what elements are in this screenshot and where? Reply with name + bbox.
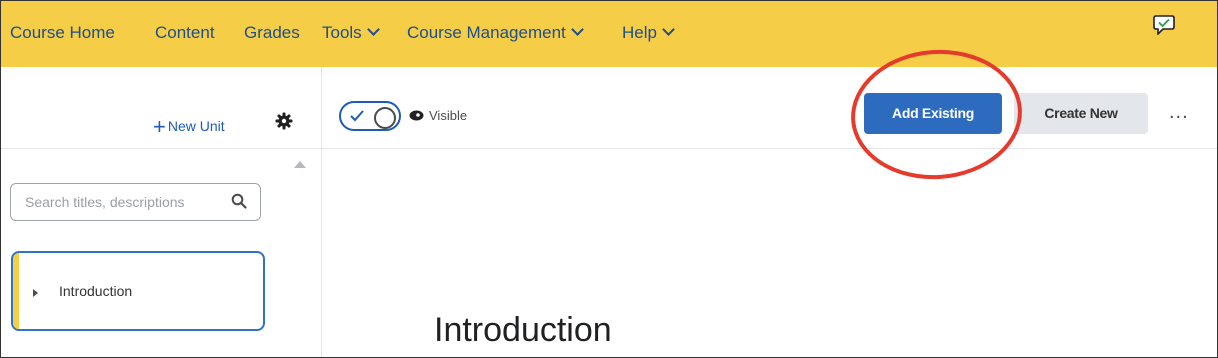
new-unit-label: New Unit [167, 118, 225, 134]
search-placeholder: Search titles, descriptions [25, 194, 185, 210]
chevron-down-icon [662, 23, 675, 36]
chevron-down-icon [570, 23, 584, 36]
nav-course-management-label: Course Management [407, 23, 566, 42]
unit-item-introduction[interactable]: Introduction [11, 251, 265, 331]
nav-tools[interactable]: Tools [322, 23, 380, 43]
nav-tools-label: Tools [322, 23, 362, 42]
more-options-button[interactable]: ... [1169, 101, 1189, 124]
sidebar-panel: + New Unit Search titles, descriptions I… [1, 67, 322, 357]
nav-help[interactable]: Help [622, 23, 675, 43]
nav-help-label: Help [622, 23, 657, 42]
divider [1, 148, 321, 149]
app-frame: Course Home Content Grades Tools Course … [0, 0, 1218, 358]
eye-icon [409, 110, 424, 121]
search-input[interactable]: Search titles, descriptions [10, 183, 261, 221]
nav-course-management[interactable]: Course Management [407, 23, 584, 43]
unit-accent-bar [13, 253, 19, 329]
chevron-down-icon [366, 23, 380, 36]
visibility-toggle[interactable] [339, 101, 401, 131]
toolbar-divider [322, 148, 1217, 149]
unit-label: Introduction [59, 283, 133, 299]
create-new-button[interactable]: Create New [1014, 93, 1148, 134]
add-existing-button[interactable]: Add Existing [864, 93, 1002, 134]
nav-grades[interactable]: Grades [244, 23, 300, 43]
expand-arrow-icon[interactable] [33, 289, 38, 297]
visibility-label: Visible [429, 108, 468, 123]
check-icon [350, 110, 364, 122]
chat-check-icon[interactable] [1153, 15, 1175, 35]
search-icon[interactable] [231, 193, 247, 209]
top-navbar: Course Home Content Grades Tools Course … [1, 1, 1217, 67]
nav-course-home[interactable]: Course Home [10, 23, 115, 43]
nav-content[interactable]: Content [155, 23, 215, 43]
gear-icon[interactable] [275, 112, 293, 130]
page-title: Introduction [434, 311, 612, 349]
scroll-up-arrow-icon[interactable] [294, 161, 306, 168]
new-unit-button[interactable]: + New Unit [153, 111, 225, 139]
plus-icon: + [153, 114, 166, 139]
toggle-knob [374, 107, 396, 129]
